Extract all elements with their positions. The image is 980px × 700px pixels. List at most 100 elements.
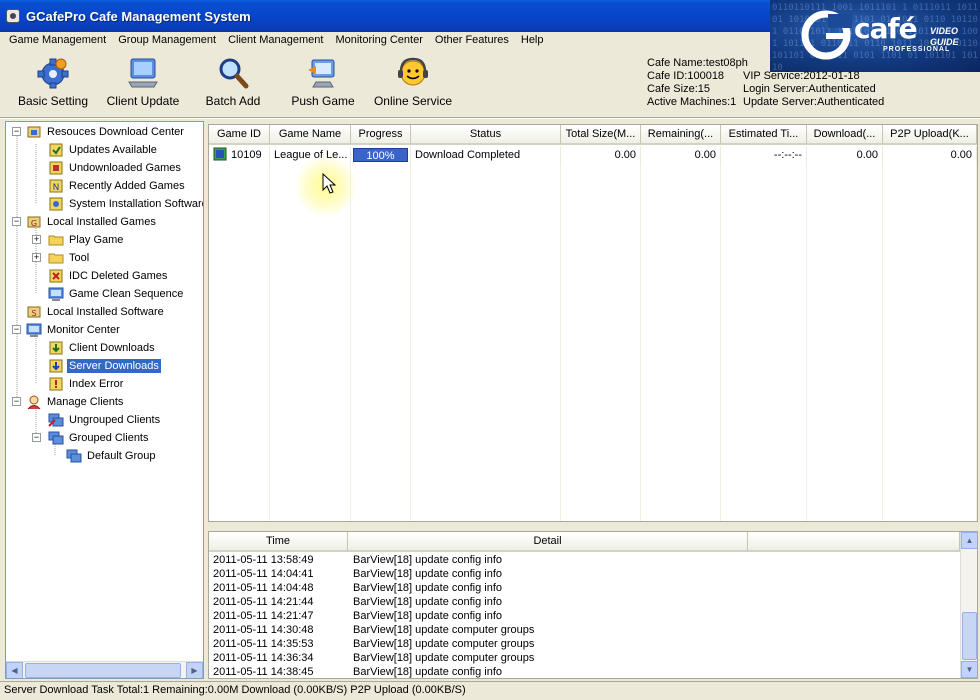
tree-node-local-installed-software[interactable]: S Local Installed Software bbox=[26, 303, 166, 321]
log-row[interactable]: 2011-05-11 14:21:44 BarView[18] update co… bbox=[209, 595, 749, 609]
client-update-button[interactable]: Client Update bbox=[98, 50, 188, 112]
scroll-left-button[interactable]: ◀ bbox=[6, 661, 23, 678]
collapse-toggle[interactable]: − bbox=[12, 127, 21, 136]
svg-text:G: G bbox=[31, 219, 37, 228]
log-detail: BarView[18] update config info bbox=[353, 666, 503, 678]
col-remaining[interactable]: Remaining(... bbox=[641, 125, 721, 145]
gcafe-g-icon bbox=[801, 10, 852, 60]
menu-client-management[interactable]: Client Management bbox=[222, 32, 329, 48]
menu-help[interactable]: Help bbox=[515, 32, 550, 48]
log-row[interactable]: 2011-05-11 14:30:48 BarView[18] update co… bbox=[209, 623, 749, 637]
tree-node-manage-clients[interactable]: − Manage Clients bbox=[12, 393, 125, 411]
scroll-thumb[interactable] bbox=[962, 612, 977, 660]
expand-toggle[interactable]: + bbox=[32, 253, 41, 262]
tree-label: Ungrouped Clients bbox=[69, 414, 161, 426]
tree-node-local-installed-games[interactable]: − G Local Installed Games bbox=[12, 213, 158, 231]
tree-node-client-downloads[interactable]: Client Downloads bbox=[48, 339, 157, 357]
tree-node-resources-download-center[interactable]: − Resouces Download Center bbox=[12, 123, 186, 141]
cafe-id: Cafe ID:100018 bbox=[647, 70, 725, 82]
log-row[interactable]: 2011-05-11 14:36:34 BarView[18] update co… bbox=[209, 651, 749, 665]
expand-toggle[interactable]: + bbox=[32, 235, 41, 244]
col-status[interactable]: Status bbox=[411, 125, 561, 145]
scroll-thumb[interactable] bbox=[25, 662, 181, 678]
collapse-toggle[interactable]: − bbox=[12, 397, 21, 406]
batch-add-button[interactable]: Batch Add bbox=[188, 50, 278, 112]
tree-node-play-game[interactable]: + Play Game bbox=[32, 231, 125, 249]
tree-node-grouped-clients[interactable]: − Grouped Clients bbox=[32, 429, 151, 447]
col-total-size[interactable]: Total Size(M... bbox=[561, 125, 641, 145]
collapse-toggle[interactable]: − bbox=[12, 325, 21, 334]
log-time: 2011-05-11 14:35:53 bbox=[213, 638, 314, 650]
col-estimated-time[interactable]: Estimated Ti... bbox=[721, 125, 807, 145]
tree-node-server-downloads[interactable]: Server Downloads bbox=[48, 357, 161, 375]
deleted-games-icon bbox=[49, 269, 63, 283]
tree-label: Monitor Center bbox=[47, 324, 120, 336]
log-row[interactable]: 2011-05-11 13:58:49 BarView[18] update co… bbox=[209, 553, 749, 567]
login-server: Login Server:Authenticated bbox=[743, 83, 876, 95]
tree-node-idc-deleted-games[interactable]: IDC Deleted Games bbox=[48, 267, 169, 285]
grid-column-lines bbox=[209, 146, 977, 521]
tree-node-index-error[interactable]: Index Error bbox=[48, 375, 125, 393]
push-game-icon bbox=[308, 59, 335, 88]
basic-setting-button[interactable]: Basic Setting bbox=[8, 50, 98, 112]
menu-other-features[interactable]: Other Features bbox=[429, 32, 515, 48]
tree-node-undownloaded-games[interactable]: Undownloaded Games bbox=[48, 159, 183, 177]
log-detail: BarView[18] update config info bbox=[353, 610, 503, 622]
menu-game-management[interactable]: Game Management bbox=[3, 32, 112, 48]
tree-node-ungrouped-clients[interactable]: Ungrouped Clients bbox=[48, 411, 162, 429]
navigation-tree: − Resouces Download Center Updates Avail… bbox=[6, 122, 203, 660]
headset-icon bbox=[398, 57, 428, 86]
table-row[interactable]: 10109 League of Le... 100% Download Comp… bbox=[209, 146, 977, 164]
tree-label: Index Error bbox=[69, 378, 124, 390]
scroll-track[interactable] bbox=[23, 662, 186, 679]
tree-node-default-group[interactable]: Default Group bbox=[66, 447, 157, 465]
game-id-value: 10109 bbox=[231, 149, 262, 161]
progress-bar: 100% bbox=[353, 148, 408, 162]
col-progress[interactable]: Progress bbox=[351, 125, 411, 145]
tree-horizontal-scrollbar[interactable]: ◀ ▶ bbox=[6, 661, 203, 678]
panel-splitter[interactable] bbox=[208, 523, 978, 531]
log-row[interactable]: 2011-05-11 14:04:41 BarView[18] update co… bbox=[209, 567, 749, 581]
tree-label: Game Clean Sequence bbox=[69, 288, 184, 300]
tree-node-monitor-center[interactable]: − Monitor Center bbox=[12, 321, 122, 339]
col-p2p-upload[interactable]: P2P Upload(K... bbox=[883, 125, 977, 145]
collapse-toggle[interactable]: − bbox=[32, 433, 41, 442]
tree-node-updates-available[interactable]: Updates Available bbox=[48, 141, 159, 159]
collapse-toggle[interactable]: − bbox=[12, 217, 21, 226]
log-col-detail[interactable]: Detail bbox=[348, 532, 748, 552]
log-row[interactable]: 2011-05-11 14:38:45 BarView[18] update co… bbox=[209, 665, 749, 678]
log-time: 2011-05-11 14:38:45 bbox=[213, 666, 314, 678]
log-time: 2011-05-11 13:58:49 bbox=[213, 554, 314, 566]
scroll-right-button[interactable]: ▶ bbox=[186, 661, 203, 678]
tree-node-game-clean-sequence[interactable]: Game Clean Sequence bbox=[48, 285, 185, 303]
col-game-id[interactable]: Game ID bbox=[209, 125, 270, 145]
ungrouped-clients-icon bbox=[48, 413, 64, 427]
online-service-button[interactable]: Online Service bbox=[368, 50, 458, 112]
menu-monitoring-center[interactable]: Monitoring Center bbox=[329, 32, 428, 48]
tree-label: Client Downloads bbox=[69, 342, 155, 354]
client-update-label: Client Update bbox=[106, 94, 180, 108]
scroll-down-button[interactable]: ▼ bbox=[961, 661, 977, 678]
tree-label: IDC Deleted Games bbox=[69, 270, 168, 282]
log-detail: BarView[18] update computer groups bbox=[353, 652, 535, 664]
log-detail: BarView[18] update computer groups bbox=[353, 638, 535, 650]
scroll-up-button[interactable]: ▲ bbox=[961, 532, 977, 549]
tree-node-system-installation-software[interactable]: System Installation Software bbox=[48, 195, 203, 213]
log-col-time[interactable]: Time bbox=[209, 532, 348, 552]
log-row[interactable]: 2011-05-11 14:35:53 BarView[18] update co… bbox=[209, 637, 749, 651]
tree-label-selected: Server Downloads bbox=[67, 359, 161, 373]
log-time: 2011-05-11 14:36:34 bbox=[213, 652, 314, 664]
push-game-button[interactable]: Push Game bbox=[278, 50, 368, 112]
log-detail: BarView[18] update config info bbox=[353, 554, 503, 566]
tree-node-recently-added-games[interactable]: N Recently Added Games bbox=[48, 177, 187, 195]
cell-game-id: 10109 bbox=[209, 146, 270, 164]
log-row[interactable]: 2011-05-11 14:21:47 BarView[18] update co… bbox=[209, 609, 749, 623]
col-game-name[interactable]: Game Name bbox=[270, 125, 351, 145]
tree-node-tool[interactable]: + Tool bbox=[32, 249, 91, 267]
tree-label: Tool bbox=[69, 252, 90, 264]
log-row[interactable]: 2011-05-11 14:04:48 BarView[18] update co… bbox=[209, 581, 749, 595]
toolbar-separator bbox=[0, 117, 980, 119]
log-vertical-scrollbar[interactable]: ▲ ▼ bbox=[960, 532, 977, 678]
menu-group-management[interactable]: Group Management bbox=[112, 32, 222, 48]
col-download[interactable]: Download(... bbox=[807, 125, 883, 145]
